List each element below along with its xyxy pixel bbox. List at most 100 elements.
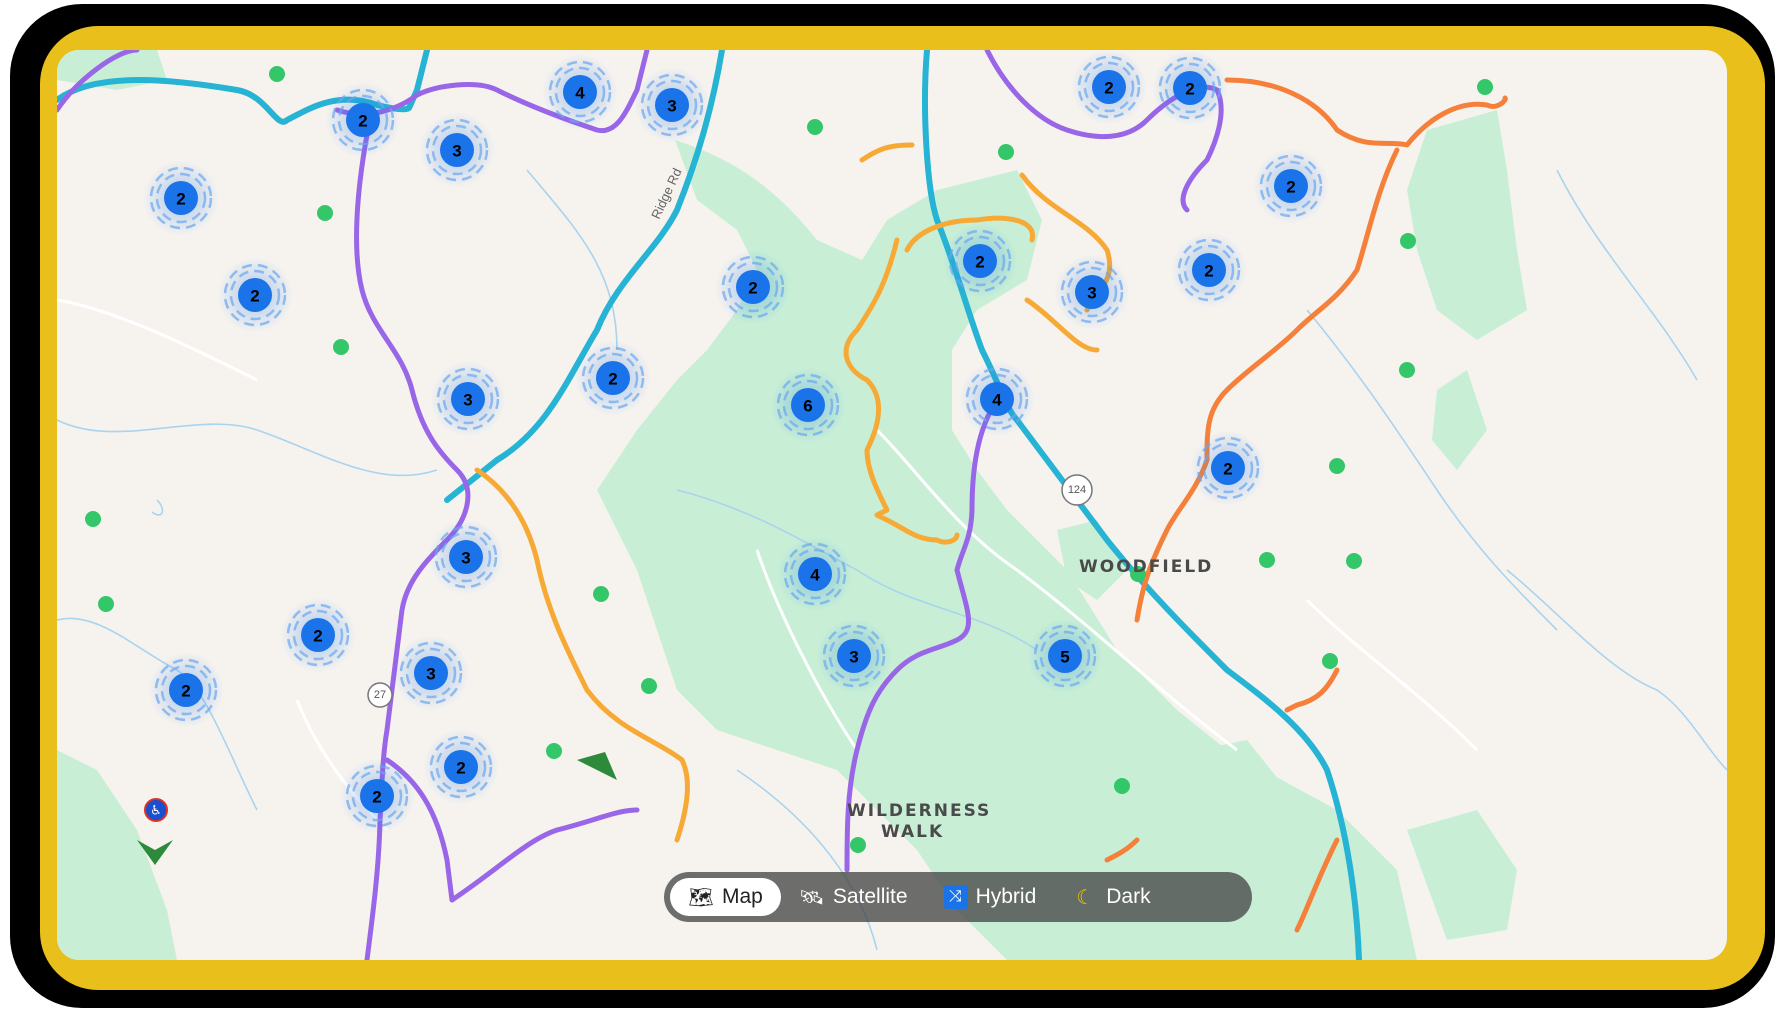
poi-dot[interactable] — [807, 119, 823, 135]
poi-dot[interactable] — [317, 205, 333, 221]
poi-dot[interactable] — [1399, 362, 1415, 378]
satellite-icon: 🛰 — [799, 886, 825, 909]
place-label-woodfield: WOODFIELD — [1079, 557, 1213, 577]
map-type-map-button[interactable]: 🗺 Map — [670, 878, 781, 916]
poi-dot[interactable] — [546, 743, 562, 759]
poi-dot[interactable] — [1114, 778, 1130, 794]
location-arrow-icon[interactable] — [577, 752, 617, 780]
cluster-marker[interactable]: 2 — [575, 340, 651, 416]
cluster-marker[interactable]: 4 — [542, 54, 618, 130]
poi-dot[interactable] — [333, 339, 349, 355]
cluster-count: 2 — [1223, 460, 1232, 479]
cluster-marker[interactable]: 3 — [419, 112, 495, 188]
svg-text:27: 27 — [374, 689, 386, 701]
place-label-walk: WALK — [881, 822, 944, 842]
cluster-count: 2 — [456, 759, 465, 778]
cluster-marker[interactable]: 3 — [430, 361, 506, 437]
cluster-marker[interactable]: 4 — [777, 536, 853, 612]
cluster-marker[interactable]: 2 — [280, 597, 356, 673]
cluster-count: 3 — [667, 97, 676, 116]
cluster-marker[interactable]: 2 — [217, 257, 293, 333]
poi-dot[interactable] — [641, 678, 657, 694]
cluster-count: 2 — [250, 287, 259, 306]
poi-dot[interactable] — [98, 596, 114, 612]
cluster-count: 6 — [803, 397, 812, 416]
shuffle-icon: ⤨ — [943, 885, 968, 909]
cluster-marker[interactable]: 2 — [339, 758, 415, 834]
map-type-dark-button[interactable]: ☾ Dark — [1054, 878, 1168, 916]
cluster-marker[interactable]: 2 — [942, 223, 1018, 299]
crescent-moon-icon: ☾ — [1076, 886, 1095, 909]
map-screen[interactable]: Ridge Rd 124 27 2 4 3 2 3 2 2 2 2 2 2 2 3 2 3 6 4 2 3 4 2 3 2 3… — [57, 50, 1727, 960]
cluster-count: 4 — [992, 391, 1002, 410]
cluster-count: 3 — [461, 549, 470, 568]
cluster-marker[interactable]: 6 — [770, 367, 846, 443]
cluster-count: 3 — [849, 648, 858, 667]
route-shield-124: 124 — [1061, 474, 1093, 506]
cluster-count: 2 — [748, 279, 757, 298]
cluster-marker[interactable]: 2 — [1071, 50, 1147, 125]
map-type-label: Hybrid — [975, 885, 1037, 908]
cluster-count: 2 — [372, 788, 381, 807]
cluster-marker[interactable]: 3 — [1054, 254, 1130, 330]
poi-dot[interactable] — [1400, 233, 1416, 249]
poi-dot[interactable] — [269, 66, 285, 82]
cluster-marker[interactable]: 2 — [325, 82, 401, 158]
cluster-count: 2 — [358, 112, 367, 131]
cluster-marker[interactable]: 2 — [1171, 232, 1247, 308]
poi-dot[interactable] — [1346, 553, 1362, 569]
cluster-count: 2 — [1204, 262, 1213, 281]
poi-dot[interactable] — [85, 511, 101, 527]
wheelchair-icon[interactable]: ♿ — [144, 798, 168, 822]
cluster-count: 2 — [176, 190, 185, 209]
poi-dot[interactable] — [593, 586, 609, 602]
cluster-count: 3 — [463, 391, 472, 410]
cluster-marker[interactable]: 2 — [423, 729, 499, 805]
map-type-hybrid-button[interactable]: ⤨ Hybrid — [926, 878, 1055, 916]
poi-dot[interactable] — [1477, 79, 1493, 95]
map-type-selector: 🗺 Map 🛰 Satellite ⤨ Hybrid ☾ Dark — [664, 872, 1252, 922]
cluster-marker[interactable]: 2 — [1152, 50, 1228, 126]
cluster-count: 2 — [181, 682, 190, 701]
cluster-count: 3 — [1087, 284, 1096, 303]
cluster-count: 3 — [452, 142, 461, 161]
cluster-count: 2 — [1104, 79, 1113, 98]
map-canvas[interactable]: Ridge Rd 124 27 2 4 3 2 3 2 2 2 2 2 2 2 3 2 3 6 4 2 3 4 2 3 2 3… — [57, 50, 1727, 960]
cluster-count: 5 — [1060, 648, 1069, 667]
cluster-marker[interactable]: 2 — [148, 652, 224, 728]
cluster-marker[interactable]: 2 — [1253, 148, 1329, 224]
cluster-marker[interactable]: 2 — [143, 160, 219, 236]
cluster-marker[interactable]: 2 — [715, 249, 791, 325]
cluster-marker[interactable]: 2 — [1190, 430, 1266, 506]
cluster-count: 2 — [313, 627, 322, 646]
svg-text:♿: ♿ — [150, 804, 162, 819]
poi-dot[interactable] — [998, 144, 1014, 160]
cluster-marker[interactable]: 3 — [393, 635, 469, 711]
cluster-count: 2 — [975, 253, 984, 272]
map-type-satellite-button[interactable]: 🛰 Satellite — [781, 878, 926, 916]
poi-dot[interactable] — [1322, 653, 1338, 669]
cluster-count: 4 — [575, 84, 585, 103]
cluster-count: 4 — [810, 566, 820, 585]
poi-dot[interactable] — [1329, 458, 1345, 474]
cluster-marker[interactable]: 4 — [959, 361, 1035, 437]
road-name-ridge-rd: Ridge Rd — [648, 166, 685, 221]
cluster-count: 3 — [426, 665, 435, 684]
place-label-wilderness: WILDERNESS — [847, 801, 991, 821]
svg-text:124: 124 — [1068, 484, 1086, 496]
poi-dot[interactable] — [850, 837, 866, 853]
cluster-count: 2 — [1185, 80, 1194, 99]
route-purple-south — [384, 757, 640, 903]
poi-dot[interactable] — [1259, 552, 1275, 568]
route-shield-27: 27 — [367, 682, 393, 708]
map-type-label: Dark — [1106, 885, 1151, 908]
cluster-marker[interactable]: 3 — [634, 67, 710, 143]
map-type-label: Satellite — [832, 885, 908, 908]
world-map-icon: 🗺 — [688, 886, 714, 909]
map-type-label: Map — [722, 885, 763, 908]
cluster-count: 2 — [608, 370, 617, 389]
cluster-count: 2 — [1286, 178, 1295, 197]
cluster-marker[interactable]: 5 — [1027, 618, 1103, 694]
cluster-marker[interactable]: 3 — [428, 519, 504, 595]
cluster-marker[interactable]: 3 — [816, 618, 892, 694]
